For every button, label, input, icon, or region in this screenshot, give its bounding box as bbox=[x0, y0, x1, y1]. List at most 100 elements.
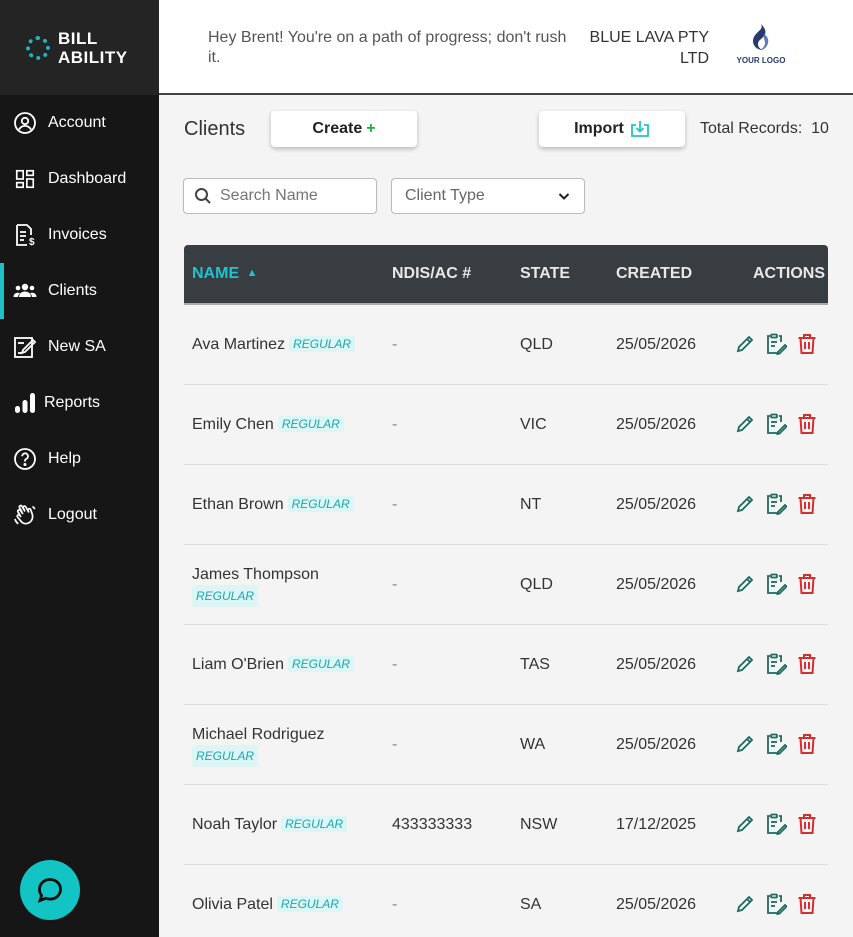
table-row: Ava Martinez REGULAR - QLD 25/05/2026 bbox=[184, 305, 828, 385]
agreement-button[interactable] bbox=[765, 653, 787, 675]
delete-button[interactable] bbox=[796, 893, 818, 915]
search-input[interactable] bbox=[220, 187, 370, 205]
delete-button[interactable] bbox=[796, 733, 818, 755]
column-header-name[interactable]: NAME ▲ bbox=[192, 265, 257, 283]
delete-button[interactable] bbox=[796, 653, 818, 675]
total-records: Total Records: 10 bbox=[700, 120, 829, 138]
agreement-button[interactable] bbox=[765, 493, 787, 515]
trash-icon bbox=[798, 574, 816, 594]
document-edit-icon bbox=[767, 653, 787, 675]
document-edit-icon bbox=[767, 493, 787, 515]
plus-icon: + bbox=[366, 120, 376, 137]
pencil-icon bbox=[736, 895, 754, 913]
sidebar-item-dashboard[interactable]: Dashboard bbox=[0, 151, 159, 207]
table-row: Olivia Patel REGULAR - SA 25/05/2026 bbox=[184, 865, 828, 937]
sidebar-item-label: Invoices bbox=[48, 226, 107, 243]
state-cell: VIC bbox=[520, 416, 547, 433]
edit-button[interactable] bbox=[734, 413, 756, 435]
client-name-cell: Emily Chen REGULAR bbox=[192, 416, 392, 434]
logo-line1: BILL bbox=[58, 28, 98, 48]
edit-button[interactable] bbox=[734, 573, 756, 595]
document-edit-icon bbox=[767, 573, 787, 595]
trash-icon bbox=[798, 334, 816, 354]
logo-line2: ABILITY bbox=[58, 47, 128, 67]
sidebar-item-help[interactable]: Help bbox=[0, 431, 159, 487]
created-cell: 25/05/2026 bbox=[616, 576, 697, 593]
pencil-icon bbox=[736, 735, 754, 753]
client-name-cell: James Thompson REGULAR bbox=[192, 565, 392, 607]
delete-button[interactable] bbox=[796, 813, 818, 835]
edit-button[interactable] bbox=[734, 813, 756, 835]
sidebar-item-invoices[interactable]: $ Invoices bbox=[0, 207, 159, 263]
sidebar-item-account[interactable]: Account bbox=[0, 95, 159, 151]
client-name[interactable]: Noah Taylor bbox=[192, 816, 277, 833]
client-type-badge: REGULAR bbox=[287, 496, 354, 512]
client-type-select[interactable]: Client Type bbox=[391, 178, 585, 214]
search-box[interactable] bbox=[183, 178, 377, 214]
agreement-button[interactable] bbox=[765, 893, 787, 915]
pencil-icon bbox=[736, 335, 754, 353]
document-edit-icon bbox=[767, 333, 787, 355]
sidebar-item-new-sa[interactable]: New SA bbox=[0, 319, 159, 375]
edit-button[interactable] bbox=[734, 733, 756, 755]
edit-document-icon bbox=[13, 335, 37, 359]
chat-bubble-icon bbox=[37, 878, 62, 903]
row-actions bbox=[734, 813, 818, 835]
state-cell: QLD bbox=[520, 336, 553, 353]
sidebar-item-clients[interactable]: Clients bbox=[0, 263, 159, 319]
agreement-button[interactable] bbox=[765, 573, 787, 595]
total-records-value: 10 bbox=[811, 120, 829, 137]
ndis-cell: - bbox=[392, 896, 398, 913]
created-cell: 25/05/2026 bbox=[616, 656, 697, 673]
client-name-cell: Ethan Brown REGULAR bbox=[192, 496, 392, 514]
column-header-created: CREATED bbox=[616, 265, 693, 282]
document-edit-icon bbox=[767, 413, 787, 435]
client-name[interactable]: Emily Chen bbox=[192, 416, 274, 433]
pencil-icon bbox=[736, 495, 754, 513]
logo-ring-icon bbox=[26, 35, 50, 60]
dashboard-icon bbox=[13, 167, 37, 191]
edit-button[interactable] bbox=[734, 653, 756, 675]
document-edit-icon bbox=[767, 733, 787, 755]
agreement-button[interactable] bbox=[765, 813, 787, 835]
page-title: Clients bbox=[184, 118, 246, 140]
delete-button[interactable] bbox=[796, 413, 818, 435]
created-cell: 25/05/2026 bbox=[616, 336, 697, 353]
wave-hand-icon bbox=[13, 503, 37, 527]
row-actions bbox=[734, 653, 818, 675]
edit-button[interactable] bbox=[734, 493, 756, 515]
client-name[interactable]: Olivia Patel bbox=[192, 896, 273, 913]
created-cell: 17/12/2025 bbox=[616, 816, 697, 833]
logo-text: BILL ABILITY bbox=[58, 29, 128, 67]
delete-button[interactable] bbox=[796, 333, 818, 355]
sidebar-item-label: Reports bbox=[44, 394, 101, 411]
client-name[interactable]: Ava Martinez bbox=[192, 336, 285, 353]
client-name[interactable]: Liam O'Brien bbox=[192, 656, 284, 673]
client-name[interactable]: James Thompson bbox=[192, 566, 319, 583]
edit-button[interactable] bbox=[734, 893, 756, 915]
client-name[interactable]: Michael Rodriguez bbox=[192, 726, 325, 743]
client-name-cell: Ava Martinez REGULAR bbox=[192, 336, 392, 354]
sidebar-item-logout[interactable]: Logout bbox=[0, 487, 159, 543]
agreement-button[interactable] bbox=[765, 413, 787, 435]
company-logo-text: YOUR LOGO bbox=[736, 56, 786, 65]
column-header-name-label: NAME bbox=[192, 265, 240, 282]
delete-button[interactable] bbox=[796, 573, 818, 595]
chat-button[interactable] bbox=[20, 860, 80, 920]
ndis-cell: 433333333 bbox=[392, 816, 473, 833]
sidebar-item-reports[interactable]: Reports bbox=[0, 375, 159, 431]
agreement-button[interactable] bbox=[765, 333, 787, 355]
create-button-label: Create bbox=[312, 120, 363, 137]
ndis-cell: - bbox=[392, 736, 398, 753]
create-button[interactable]: Create + bbox=[271, 111, 417, 147]
agreement-button[interactable] bbox=[765, 733, 787, 755]
table-row: Liam O'Brien REGULAR - TAS 25/05/2026 bbox=[184, 625, 828, 705]
import-icon bbox=[630, 120, 650, 138]
chevron-down-icon bbox=[558, 193, 570, 200]
created-cell: 25/05/2026 bbox=[616, 416, 697, 433]
import-button[interactable]: Import bbox=[539, 111, 685, 147]
edit-button[interactable] bbox=[734, 333, 756, 355]
client-name[interactable]: Ethan Brown bbox=[192, 496, 284, 513]
ndis-cell: - bbox=[392, 576, 398, 593]
delete-button[interactable] bbox=[796, 493, 818, 515]
